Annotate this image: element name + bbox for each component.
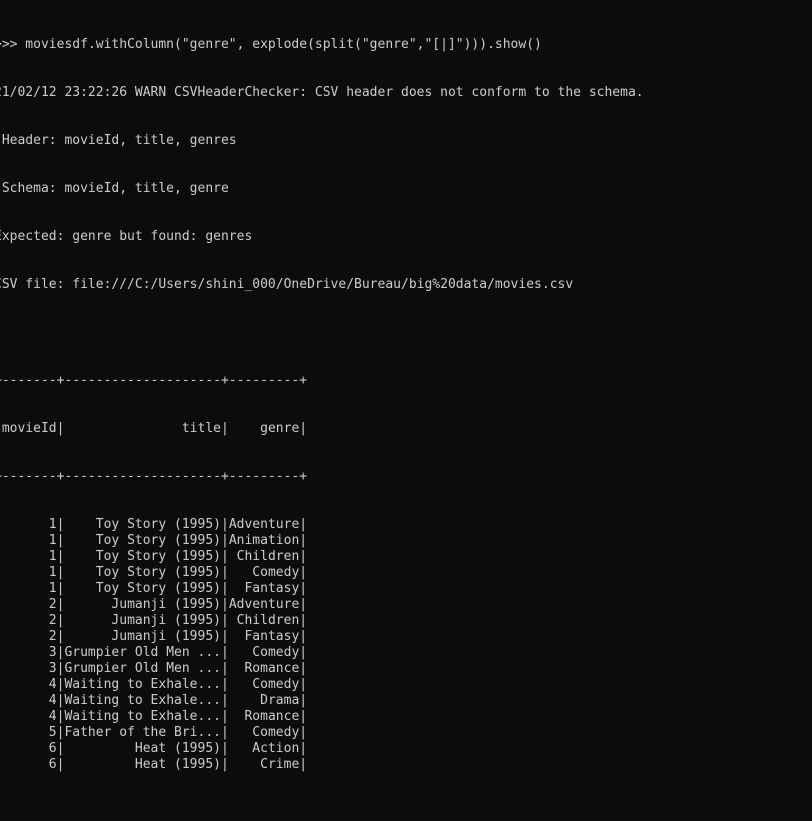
cell-title: Heat (1995) — [64, 757, 221, 772]
cell-title: Toy Story (1995) — [64, 533, 221, 548]
cell-movieid: 3 — [1, 661, 57, 676]
cell-movieid: 2 — [1, 629, 57, 644]
cell-movieid: 1 — [1, 565, 57, 580]
table-row: | 2| Jumanji (1995)| Fantasy| — [0, 629, 308, 644]
cell-movieid: 5 — [1, 725, 57, 740]
header-genre: genre — [228, 421, 300, 436]
output-table: +-------+--------------------+---------+… — [0, 341, 812, 805]
csv-file-line: CSV file: file:///C:/Users/shini_000/One… — [0, 277, 574, 292]
table-row: | 3|Grumpier Old Men ...| Comedy| — [0, 645, 308, 660]
cell-movieid: 6 — [1, 741, 57, 756]
cell-title: Jumanji (1995) — [64, 597, 221, 612]
cell-genre: Comedy — [228, 725, 300, 740]
cell-genre: Fantasy — [228, 629, 300, 644]
schema-line: Schema: movieId, title, genre — [0, 181, 229, 196]
cell-title: Jumanji (1995) — [64, 613, 221, 628]
cell-title: Toy Story (1995) — [64, 565, 221, 580]
cell-movieid: 2 — [1, 613, 57, 628]
cell-title: Toy Story (1995) — [64, 581, 221, 596]
cell-title: Waiting to Exhale... — [64, 677, 221, 692]
cell-title: Waiting to Exhale... — [64, 709, 221, 724]
cell-genre: Adventure — [228, 597, 300, 612]
header-line: Header: movieId, title, genres — [0, 133, 237, 148]
cell-genre: Comedy — [228, 677, 300, 692]
table-border-mid: +-------+--------------------+---------+ — [0, 469, 308, 484]
cell-movieid: 3 — [1, 645, 57, 660]
table-header-row: |movieId| title| genre| — [0, 421, 308, 436]
cell-movieid: 2 — [1, 597, 57, 612]
cell-genre: Comedy — [228, 645, 300, 660]
table-row: | 1| Toy Story (1995)|Adventure| — [0, 517, 308, 532]
terminal-window[interactable]: >>> moviesdf.withColumn("genre", explode… — [0, 5, 812, 772]
cell-genre: Romance — [228, 661, 300, 676]
table-row: | 6| Heat (1995)| Action| — [0, 741, 308, 756]
cell-genre: Fantasy — [228, 581, 300, 596]
cell-genre: Drama — [228, 693, 300, 708]
cell-title: Toy Story (1995) — [64, 549, 221, 564]
expected-line: Expected: genre but found: genres — [0, 229, 253, 244]
table-row: | 1| Toy Story (1995)| Comedy| — [0, 565, 308, 580]
cell-genre: Action — [228, 741, 300, 756]
cell-movieid: 1 — [1, 549, 57, 564]
cell-title: Heat (1995) — [64, 741, 221, 756]
cell-movieid: 4 — [1, 677, 57, 692]
table-row: | 2| Jumanji (1995)| Children| — [0, 613, 308, 628]
table-row: | 6| Heat (1995)| Crime| — [0, 757, 308, 772]
command-line: >>> moviesdf.withColumn("genre", explode… — [0, 37, 542, 52]
cell-genre: Adventure — [228, 517, 300, 532]
warning-line: 21/02/12 23:22:26 WARN CSVHeaderChecker:… — [0, 85, 644, 100]
table-row: | 1| Toy Story (1995)| Fantasy| — [0, 581, 308, 596]
cell-movieid: 1 — [1, 581, 57, 596]
header-movieid: movieId — [1, 421, 57, 436]
cell-movieid: 1 — [1, 533, 57, 548]
cell-title: Waiting to Exhale... — [64, 693, 221, 708]
table-row: | 1| Toy Story (1995)|Animation| — [0, 533, 308, 548]
cell-movieid: 4 — [1, 709, 57, 724]
cell-genre: Crime — [228, 757, 300, 772]
table-row: | 4|Waiting to Exhale...| Comedy| — [0, 677, 308, 692]
cell-title: Jumanji (1995) — [64, 629, 221, 644]
cell-genre: Romance — [228, 709, 300, 724]
table-row: | 4|Waiting to Exhale...| Drama| — [0, 693, 308, 708]
cell-movieid: 1 — [1, 517, 57, 532]
table-row: | 4|Waiting to Exhale...| Romance| — [0, 709, 308, 724]
cell-genre: Comedy — [228, 565, 300, 580]
cell-movieid: 4 — [1, 693, 57, 708]
cell-genre: Children — [228, 549, 300, 564]
cell-genre: Children — [228, 613, 300, 628]
cell-title: Toy Story (1995) — [64, 517, 221, 532]
table-border-top: +-------+--------------------+---------+ — [0, 373, 308, 388]
cell-title: Grumpier Old Men ... — [64, 645, 221, 660]
cell-movieid: 6 — [1, 757, 57, 772]
cell-title: Father of the Bri... — [64, 725, 221, 740]
table-body: | 1| Toy Story (1995)|Adventure|| 1| Toy… — [0, 517, 812, 773]
cell-genre: Animation — [228, 533, 300, 548]
table-row: | 3|Grumpier Old Men ...| Romance| — [0, 661, 308, 676]
header-title: title — [64, 421, 221, 436]
table-row: | 5|Father of the Bri...| Comedy| — [0, 725, 308, 740]
cell-title: Grumpier Old Men ... — [64, 661, 221, 676]
table-row: | 1| Toy Story (1995)| Children| — [0, 549, 308, 564]
table-row: | 2| Jumanji (1995)|Adventure| — [0, 597, 308, 612]
